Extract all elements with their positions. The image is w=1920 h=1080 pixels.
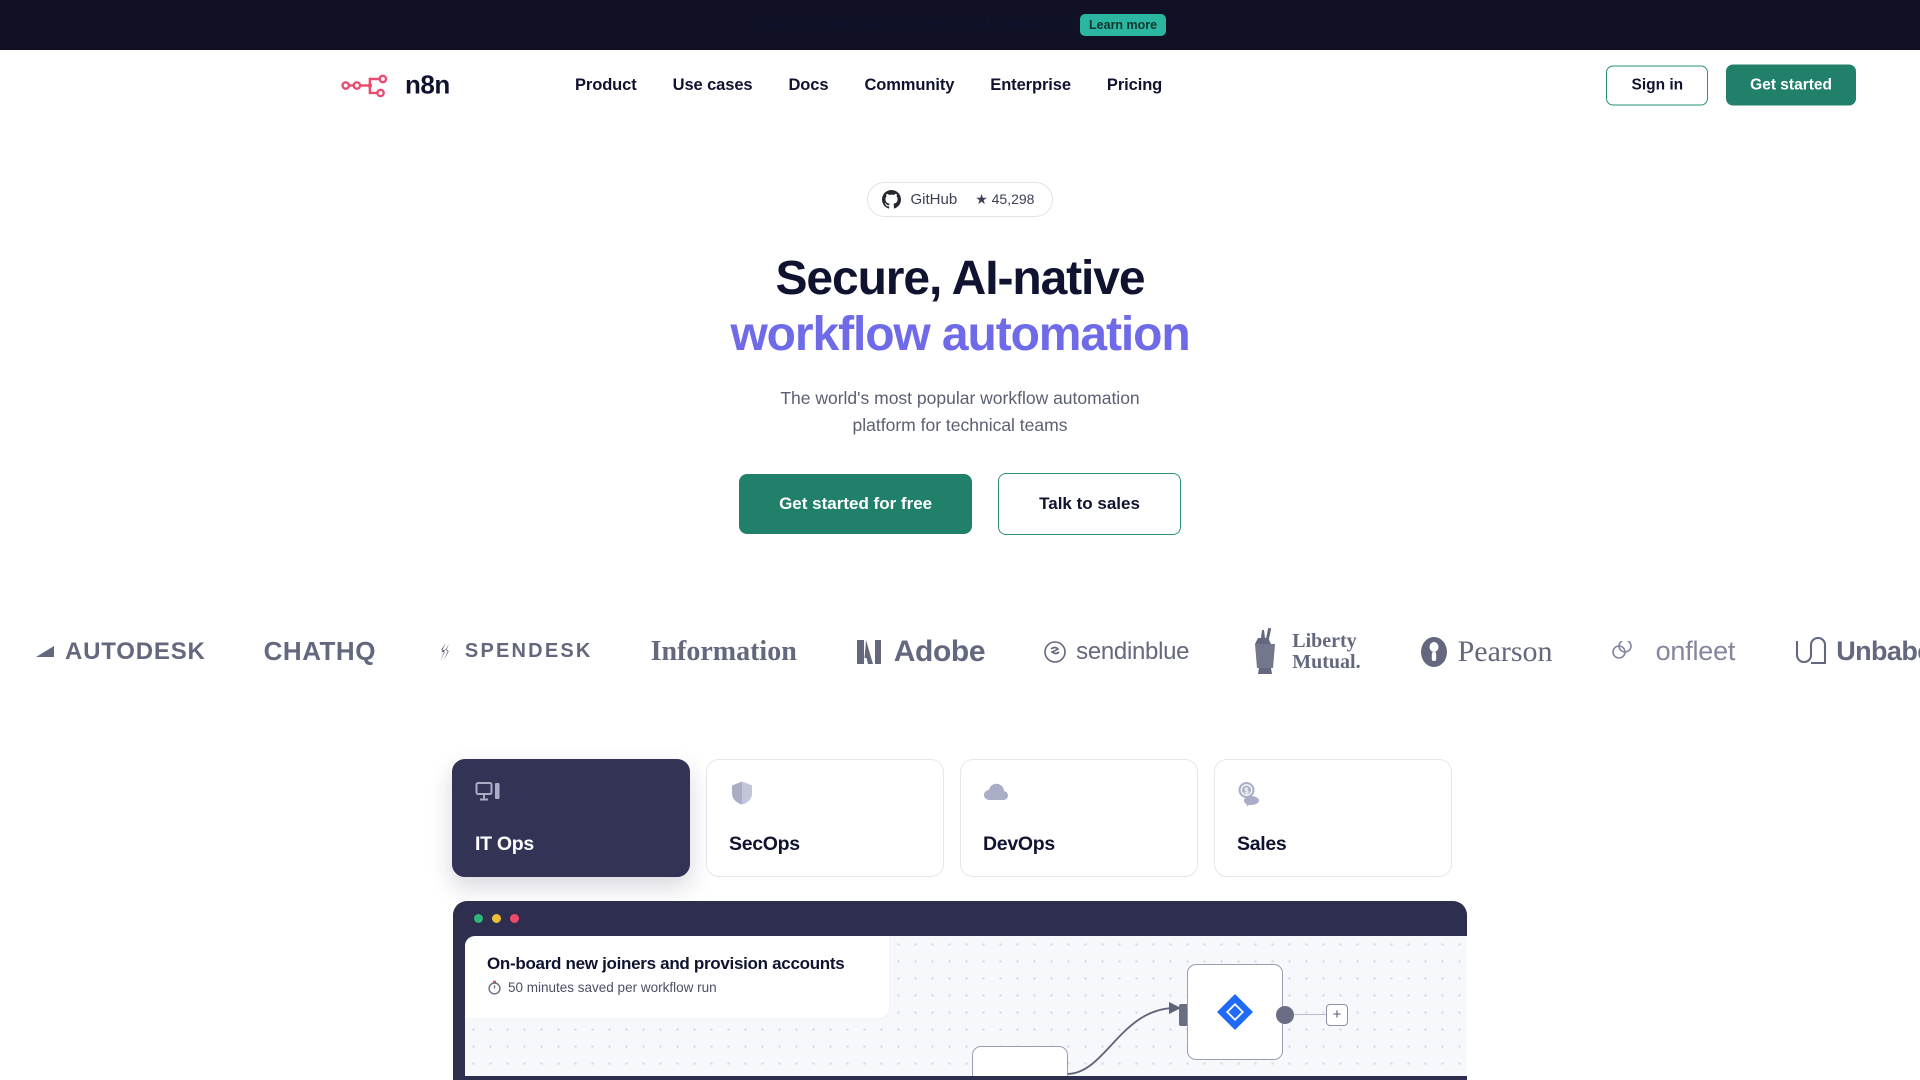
- logo-label: onfleet: [1655, 636, 1736, 667]
- logo-unbabel: Unbabel: [1793, 636, 1920, 667]
- logo-label: Unbabel: [1836, 636, 1920, 667]
- unbabel-mark-icon: [1796, 636, 1827, 664]
- get-started-free-button[interactable]: Get started for free: [739, 473, 973, 534]
- workflow-node-left[interactable]: [972, 1045, 1068, 1076]
- github-icon: [881, 190, 901, 209]
- nav-item-product[interactable]: Product: [575, 76, 637, 95]
- logo-label: Pearson: [1457, 634, 1553, 668]
- workflow-node-jira[interactable]: [1187, 963, 1283, 1060]
- workflow-time-saved: 50 minutes saved per workflow run: [487, 980, 867, 995]
- tab-label: Sales: [1237, 832, 1287, 855]
- github-label: GitHub: [910, 191, 958, 208]
- logo-chathq: CHATHQ: [264, 636, 376, 667]
- logo-sendinblue: sendinblue: [1043, 637, 1190, 666]
- hero-cta-group: Get started for free Talk to sales: [0, 472, 1920, 535]
- nav-item-pricing[interactable]: Pricing: [1107, 76, 1162, 95]
- node-output-port: [1276, 1005, 1294, 1024]
- logo-label: Liberty Mutual.: [1292, 630, 1361, 673]
- window-traffic-lights: [453, 913, 1467, 923]
- hero-section: GitHub ★ 45,298 Secure, AI-native workfl…: [0, 120, 1920, 535]
- logo-information: Information: [651, 636, 797, 668]
- tab-devops[interactable]: DevOps: [960, 758, 1198, 877]
- workflow-connector: [1066, 1001, 1181, 1075]
- tab-sales[interactable]: $ Sales: [1214, 758, 1452, 877]
- stopwatch-icon: [488, 980, 501, 995]
- announcement-text: Check out the new Self-hosted AI Starter…: [753, 16, 1067, 33]
- n8n-node-graph-icon: [341, 74, 388, 97]
- logo-label: CHATHQ: [263, 636, 376, 667]
- main-navigation: n8n Product Use cases Docs Community Ent…: [0, 50, 1920, 120]
- logo-spendesk: SPENDESK: [434, 640, 593, 663]
- logo-label: SPENDESK: [464, 640, 593, 663]
- workflow-canvas[interactable]: On-board new joiners and provision accou…: [465, 935, 1467, 1076]
- hero-headline: Secure, AI-native workflow automation: [0, 251, 1920, 363]
- workflow-time-saved-text: 50 minutes saved per workflow run: [508, 979, 717, 995]
- nav-links: Product Use cases Docs Community Enterpr…: [575, 76, 1162, 95]
- talk-to-sales-button[interactable]: Talk to sales: [998, 472, 1181, 535]
- logo-wordmark: n8n: [405, 69, 450, 100]
- sendinblue-mark-icon: [1044, 641, 1066, 663]
- onfleet-infinity-icon: [1611, 640, 1632, 659]
- logo-autodesk: AUTODESK: [34, 638, 206, 666]
- window-dot-yellow: [492, 913, 501, 923]
- chat-dollar-icon: $: [1238, 781, 1259, 806]
- pearson-mark-icon: [1420, 636, 1447, 667]
- window-dot-red: [510, 913, 519, 923]
- cloud-icon: [984, 783, 1008, 800]
- customer-logo-strip: AUTODESK CHATHQ SPENDESK Information Ado…: [0, 607, 1920, 697]
- github-stars-badge[interactable]: GitHub ★ 45,298: [866, 182, 1054, 217]
- nav-item-docs[interactable]: Docs: [788, 76, 828, 95]
- shield-icon: [732, 781, 752, 805]
- adobe-mark-icon: [856, 639, 881, 664]
- learn-more-button[interactable]: Learn more: [1080, 13, 1167, 37]
- nav-item-enterprise[interactable]: Enterprise: [990, 76, 1071, 95]
- hero-headline-line2: workflow automation: [730, 308, 1190, 362]
- persona-tabs: IT Ops SecOps DevOps $ Sales: [0, 758, 1920, 877]
- hero-headline-line1: Secure, AI-native: [775, 252, 1145, 305]
- nav-actions: Sign in Get started: [1606, 64, 1856, 106]
- announcement-banner: Check out the new Self-hosted AI Starter…: [0, 0, 1920, 50]
- logo-label: AUTODESK: [65, 637, 206, 665]
- liberty-statue-icon: [1255, 627, 1276, 674]
- sign-in-button[interactable]: Sign in: [1606, 65, 1709, 105]
- autodesk-mark-icon: [36, 645, 54, 657]
- hero-subtitle-line1: The world's most popular workflow automa…: [780, 388, 1140, 409]
- logo-label: Information: [650, 635, 797, 667]
- svg-text:$: $: [1244, 786, 1249, 795]
- tab-label: SecOps: [729, 832, 800, 855]
- logo-label: Adobe: [893, 634, 986, 668]
- logo-pearson: Pearson: [1419, 635, 1553, 669]
- tab-it-ops[interactable]: IT Ops: [452, 758, 690, 877]
- hero-subtitle-line2: platform for technical teams: [852, 414, 1068, 435]
- get-started-button[interactable]: Get started: [1726, 64, 1856, 106]
- logo-home-link[interactable]: n8n: [340, 70, 450, 101]
- jira-diamond-icon: [1217, 993, 1253, 1030]
- logo-liberty-mutual: Liberty Mutual.: [1247, 626, 1361, 678]
- workflow-title: On-board new joiners and provision accou…: [487, 953, 845, 973]
- tab-label: IT Ops: [475, 832, 534, 855]
- tab-label: DevOps: [983, 832, 1055, 855]
- github-star-count: ★ 45,298: [975, 191, 1035, 207]
- hero-subtitle: The world's most popular workflow automa…: [0, 385, 1920, 438]
- monitor-icon: [475, 781, 500, 801]
- logo-adobe: Adobe: [855, 634, 986, 669]
- spendesk-mark-icon: [439, 642, 449, 661]
- add-node-button[interactable]: +: [1326, 1003, 1348, 1026]
- nav-item-use-cases[interactable]: Use cases: [673, 76, 753, 95]
- node-output-connector: [1294, 1013, 1326, 1016]
- logo-label: sendinblue: [1076, 637, 1190, 665]
- logo-onfleet: onfleet: [1611, 636, 1736, 667]
- workflow-demo-window: On-board new joiners and provision accou…: [453, 900, 1467, 1080]
- tab-secops[interactable]: SecOps: [706, 758, 944, 877]
- nav-item-community[interactable]: Community: [864, 76, 954, 95]
- window-dot-green: [474, 913, 483, 923]
- workflow-info-card: On-board new joiners and provision accou…: [465, 935, 889, 1018]
